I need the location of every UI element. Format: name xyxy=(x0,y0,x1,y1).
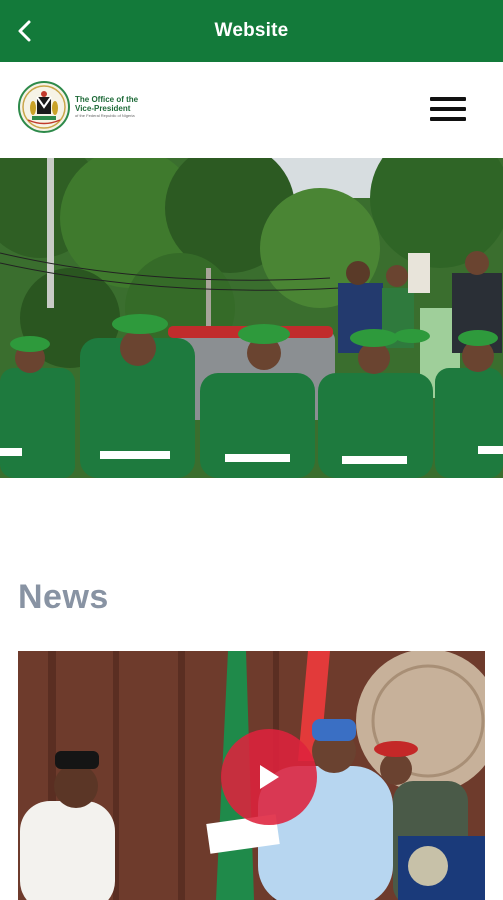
logo-text: The Office of the Vice-President of the … xyxy=(75,95,138,119)
menu-button[interactable] xyxy=(430,95,466,123)
play-icon xyxy=(260,765,279,789)
chevron-left-icon xyxy=(18,20,31,42)
logo-line-2: Vice-President xyxy=(75,104,131,113)
logo-line-1: The Office of the xyxy=(75,95,139,104)
logo-line-3: of the Federal Republic of Nigeria xyxy=(75,113,135,118)
hamburger-icon xyxy=(430,97,466,101)
video-play-button[interactable] xyxy=(221,729,317,825)
site-header: The Office of the Vice-President of the … xyxy=(0,62,503,158)
site-logo[interactable]: The Office of the Vice-President of the … xyxy=(18,81,138,133)
app-bar-title: Website xyxy=(214,20,289,41)
app-bar: Website xyxy=(0,0,503,62)
news-section-title: News xyxy=(18,578,109,616)
back-button[interactable] xyxy=(10,16,40,46)
news-video-card[interactable] xyxy=(18,651,485,900)
hero-image xyxy=(0,158,503,478)
coat-of-arms-icon xyxy=(18,81,70,133)
